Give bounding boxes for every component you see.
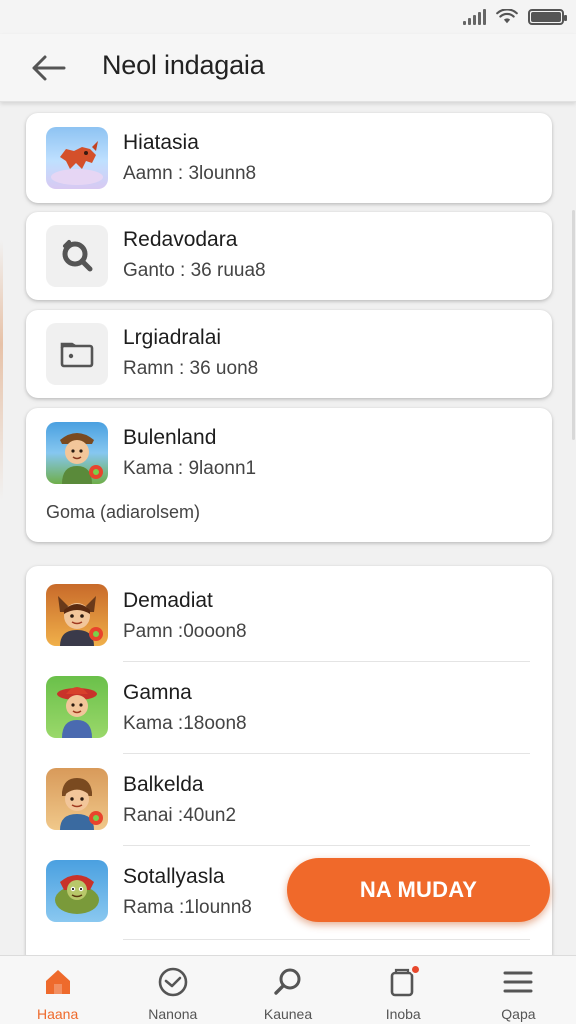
nav-label: Haana bbox=[36, 1006, 79, 1022]
item-title: Redavodara bbox=[123, 228, 238, 251]
page-title: Neol indagaia bbox=[102, 50, 265, 80]
back-button[interactable] bbox=[22, 42, 74, 94]
inbox-icon bbox=[387, 964, 422, 998]
wifi-icon bbox=[496, 9, 518, 24]
arrow-left-icon bbox=[32, 55, 66, 81]
item-title: Balkelda bbox=[123, 773, 204, 796]
bottom-navigation: Haana Nanona Kaunea Inoba Qapa bbox=[0, 955, 576, 1024]
nav-label: Qapa bbox=[501, 1006, 536, 1022]
clock-icon bbox=[157, 966, 189, 998]
explorer-game-icon bbox=[46, 422, 108, 484]
list-item[interactable]: Demadiat Pamn :0ooon8 bbox=[26, 570, 552, 662]
primary-action-button[interactable]: NA MUDAY bbox=[287, 858, 550, 922]
item-subtitle: Ranai :40un2 bbox=[123, 805, 237, 826]
home-icon bbox=[42, 966, 74, 998]
nav-label: Kaunea bbox=[263, 1006, 313, 1022]
list-item[interactable]: Balkelda Ranai :40un2 bbox=[26, 754, 552, 846]
nav-item-search[interactable]: Kaunea bbox=[230, 956, 345, 1024]
item-title: Demadiat bbox=[123, 589, 213, 612]
status-bar bbox=[0, 0, 576, 34]
item-subtitle: Kama :18oon8 bbox=[123, 713, 247, 734]
nav-item-home[interactable]: Haana bbox=[0, 956, 115, 1024]
folder-icon bbox=[46, 323, 108, 385]
app-header: Neol indagaia bbox=[0, 34, 576, 102]
signal-icon bbox=[463, 9, 486, 25]
list-card[interactable]: Hiatasia Aamn : 3lounn8 bbox=[26, 113, 552, 203]
item-subtitle: Pamn :0ooon8 bbox=[123, 621, 247, 642]
notification-badge bbox=[410, 964, 422, 975]
item-subtitle: Ganto : 36 ruua8 bbox=[123, 260, 266, 281]
battery-icon bbox=[528, 9, 567, 25]
item-subtitle: Rama :1lounn8 bbox=[123, 897, 252, 918]
nav-item-recent[interactable]: Nanona bbox=[115, 956, 230, 1024]
boy-game-icon bbox=[46, 768, 108, 830]
divider bbox=[123, 939, 530, 940]
list-item[interactable]: Gamna Kama :18oon8 bbox=[26, 662, 552, 754]
search-tool-icon bbox=[46, 225, 108, 287]
status-icons bbox=[463, 6, 567, 28]
edge-decoration bbox=[0, 240, 3, 500]
nav-item-menu[interactable]: Qapa bbox=[461, 956, 576, 1024]
list-card[interactable]: Bulenland Kama : 9laonn1 Goma (adiarolse… bbox=[26, 408, 552, 542]
scrollbar[interactable] bbox=[572, 210, 575, 440]
item-subtitle: Aamn : 3lounn8 bbox=[123, 163, 257, 184]
item-title: Bulenland bbox=[123, 426, 217, 449]
item-title: Lrgiadralai bbox=[123, 326, 222, 349]
fox-game-icon bbox=[46, 127, 108, 189]
item-title: Sotallyasla bbox=[123, 865, 225, 888]
list-card[interactable]: Lrgiadralai Ramn : 36 uon8 bbox=[26, 310, 552, 398]
item-subtitle: Ramn : 36 uon8 bbox=[123, 358, 259, 379]
nav-item-inbox[interactable]: Inoba bbox=[346, 956, 461, 1024]
search-icon bbox=[272, 966, 304, 998]
item-title: Gamna bbox=[123, 681, 192, 704]
warrior-game-icon bbox=[46, 584, 108, 646]
item-title: Hiatasia bbox=[123, 131, 199, 154]
nav-label: Inoba bbox=[385, 1006, 421, 1022]
menu-icon bbox=[502, 966, 534, 998]
list-card[interactable]: Redavodara Ganto : 36 ruua8 bbox=[26, 212, 552, 300]
farmer-game-icon bbox=[46, 676, 108, 738]
turtle-game-icon bbox=[46, 860, 108, 922]
nav-label: Nanona bbox=[148, 1006, 198, 1022]
item-note: Goma (adiarolsem) bbox=[46, 502, 201, 522]
item-subtitle: Kama : 9laonn1 bbox=[123, 458, 257, 479]
